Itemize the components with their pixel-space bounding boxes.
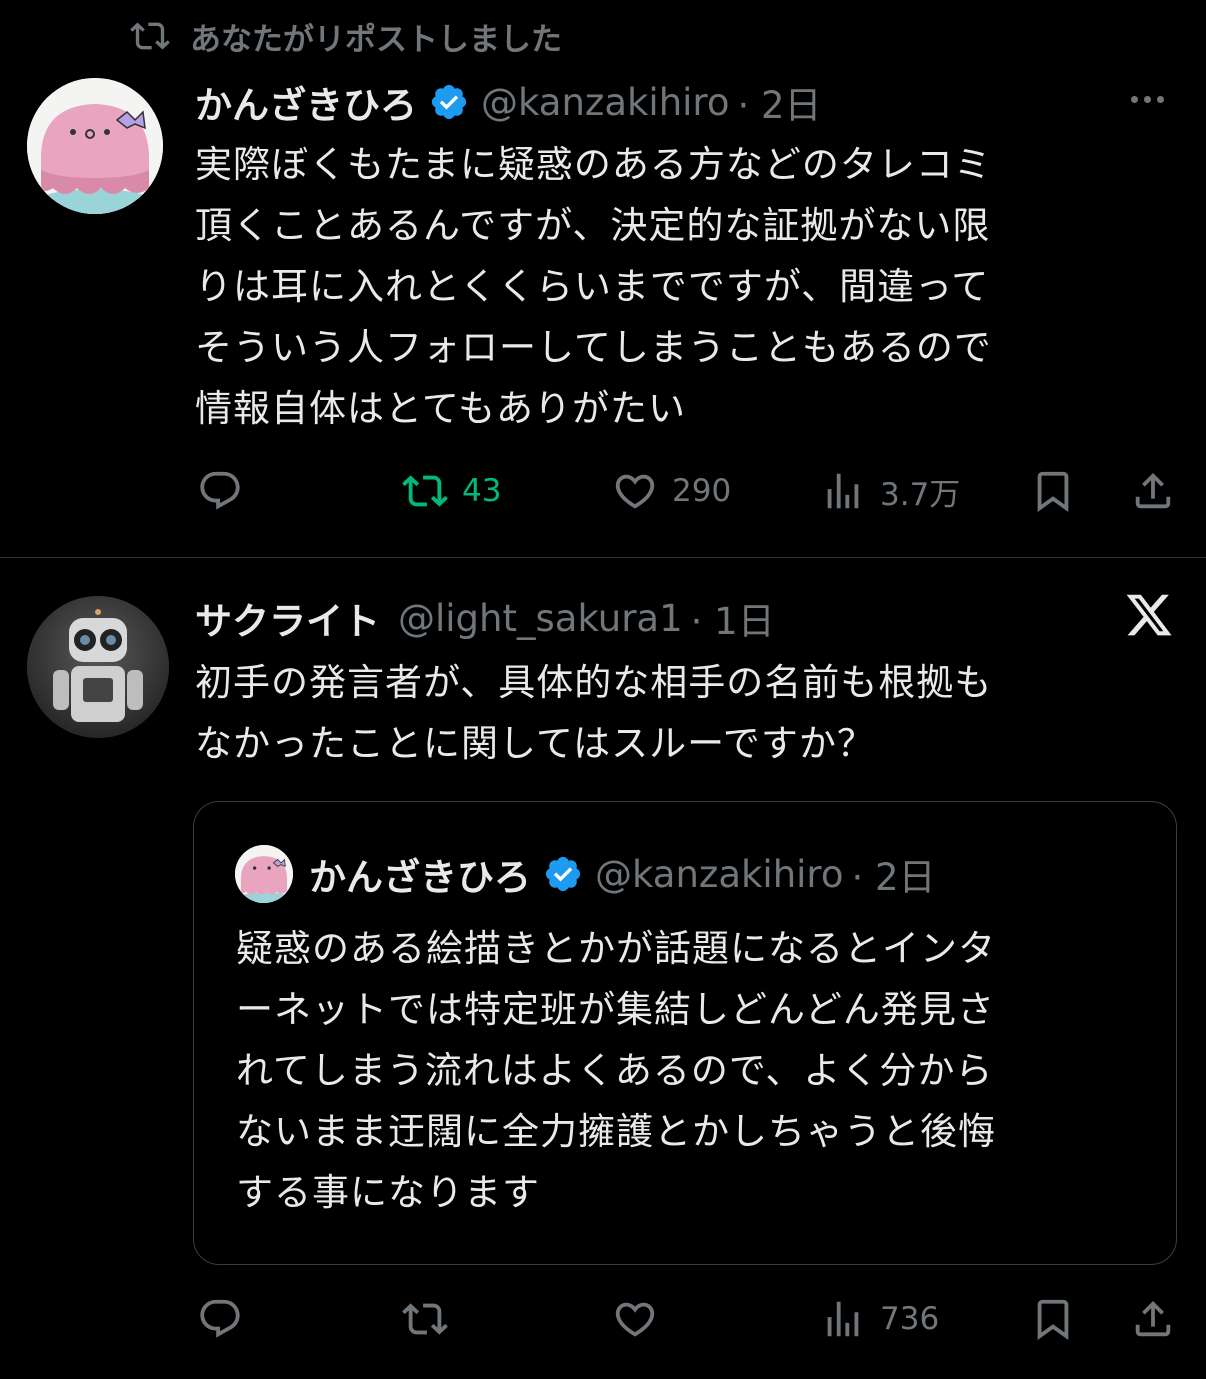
share-button[interactable]: [1130, 468, 1176, 514]
repost-banner-text: あなたがリポストしました: [190, 21, 562, 58]
tweet2-header: サクライト @light_sakura1 · 1日: [195, 590, 775, 646]
quoted-avatar: [235, 845, 293, 903]
share-button[interactable]: [1130, 1296, 1176, 1342]
views-chart-icon: [827, 473, 859, 509]
repost-count: 43: [462, 473, 502, 509]
repost-icon: [130, 22, 170, 50]
author-handle[interactable]: @kanzakihiro: [481, 81, 729, 124]
share-icon: [1135, 472, 1171, 509]
like-button[interactable]: [612, 1296, 658, 1342]
repost-banner: あなたがリポストしました: [130, 14, 562, 58]
quoted-author-name: かんざきひろ: [309, 856, 531, 899]
quoted-tweet-time: · 2日: [851, 856, 936, 899]
reply-button[interactable]: [197, 468, 243, 514]
verified-badge-icon: [545, 856, 581, 892]
heart-icon: [615, 474, 655, 509]
repost-icon: [402, 475, 448, 507]
author-handle[interactable]: @light_sakura1: [398, 597, 683, 640]
tweet-text: 実際ぼくもたまに疑惑のある方などのタレコミ 頂くことあるんですが、決定的な証拠が…: [195, 143, 992, 430]
like-button[interactable]: 290: [612, 468, 731, 514]
like-count: 290: [672, 473, 732, 509]
reply-button[interactable]: [197, 1296, 243, 1342]
author-name[interactable]: かんざきひろ: [195, 75, 417, 129]
bookmark-icon: [1037, 1299, 1069, 1340]
divider: [0, 557, 1206, 558]
pink-blob-avatar-image: [235, 845, 293, 903]
bookmark-button[interactable]: [1030, 468, 1076, 514]
views-count: 3.7万: [880, 476, 961, 513]
verified-badge-icon: [431, 84, 467, 120]
views-button[interactable]: 736: [820, 1296, 939, 1342]
tweet1-header: かんざきひろ @kanzakihiro · 2日: [195, 74, 822, 130]
views-button[interactable]: 3.7万: [820, 468, 960, 514]
tweet-time[interactable]: · 2日: [737, 75, 821, 129]
robot-avatar-image: [27, 596, 169, 738]
quoted-header: かんざきひろ @kanzakihiro · 2日: [309, 846, 936, 902]
quoted-tweet-text: 疑惑のある絵描きとかが話題になるとインタ ーネットでは特定班が集結しどんどん発見…: [236, 927, 996, 1214]
author-name[interactable]: サクライト: [195, 591, 380, 645]
views-count: 736: [880, 1301, 940, 1337]
repost-button[interactable]: [402, 1296, 448, 1342]
repost-icon: [402, 1303, 448, 1335]
tweet-time[interactable]: · 1日: [691, 591, 775, 645]
more-options-icon[interactable]: [1131, 96, 1164, 103]
reply-icon: [200, 471, 240, 510]
views-chart-icon: [827, 1301, 859, 1337]
quoted-tweet[interactable]: かんざきひろ @kanzakihiro · 2日 疑惑のある絵描きとかが話題にな…: [193, 801, 1177, 1265]
repost-button[interactable]: 43: [402, 468, 501, 514]
bookmark-icon: [1037, 471, 1069, 512]
avatar[interactable]: [27, 78, 163, 214]
heart-icon: [615, 1302, 655, 1337]
bookmark-button[interactable]: [1030, 1296, 1076, 1342]
tweet-text: 初手の発言者が、具体的な相手の名前も根拠も なかったことに関してはスルーですか？: [195, 661, 993, 765]
quoted-author-handle: @kanzakihiro: [595, 852, 844, 896]
share-icon: [1135, 1300, 1171, 1337]
reply-icon: [200, 1299, 240, 1338]
avatar[interactable]: [27, 596, 169, 738]
x-logo-icon[interactable]: [1124, 590, 1174, 640]
pink-blob-avatar-image: [27, 78, 163, 214]
